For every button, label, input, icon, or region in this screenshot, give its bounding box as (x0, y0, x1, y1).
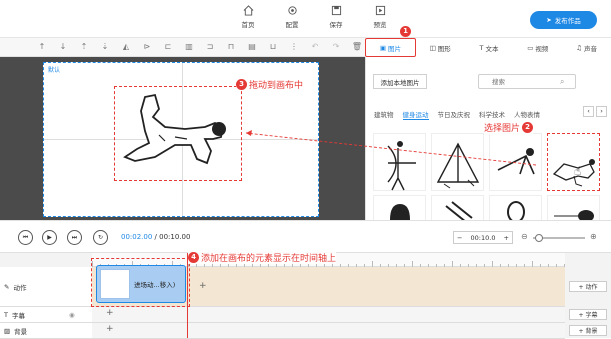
annotation-4-text: 添加在画布的元素显示在时间轴上 (201, 254, 337, 264)
annotation-3-badge: 3 (236, 79, 247, 90)
annotation-3: 3 拖动到画布中 (236, 78, 304, 91)
annotation-2: 选择图片 2 (484, 121, 534, 134)
annotation-2-badge: 2 (522, 122, 534, 133)
annotation-1: 1 (400, 26, 411, 37)
annotation-3-text: 拖动到画布中 (249, 81, 304, 91)
annotation-4: 4 添加在画布的元素显示在时间轴上 (188, 251, 337, 264)
drag-arrow (245, 130, 537, 166)
annotation-2-text: 选择图片 (484, 124, 521, 134)
annotation-1-badge: 1 (400, 26, 411, 37)
annotation-4-badge: 4 (188, 252, 199, 263)
